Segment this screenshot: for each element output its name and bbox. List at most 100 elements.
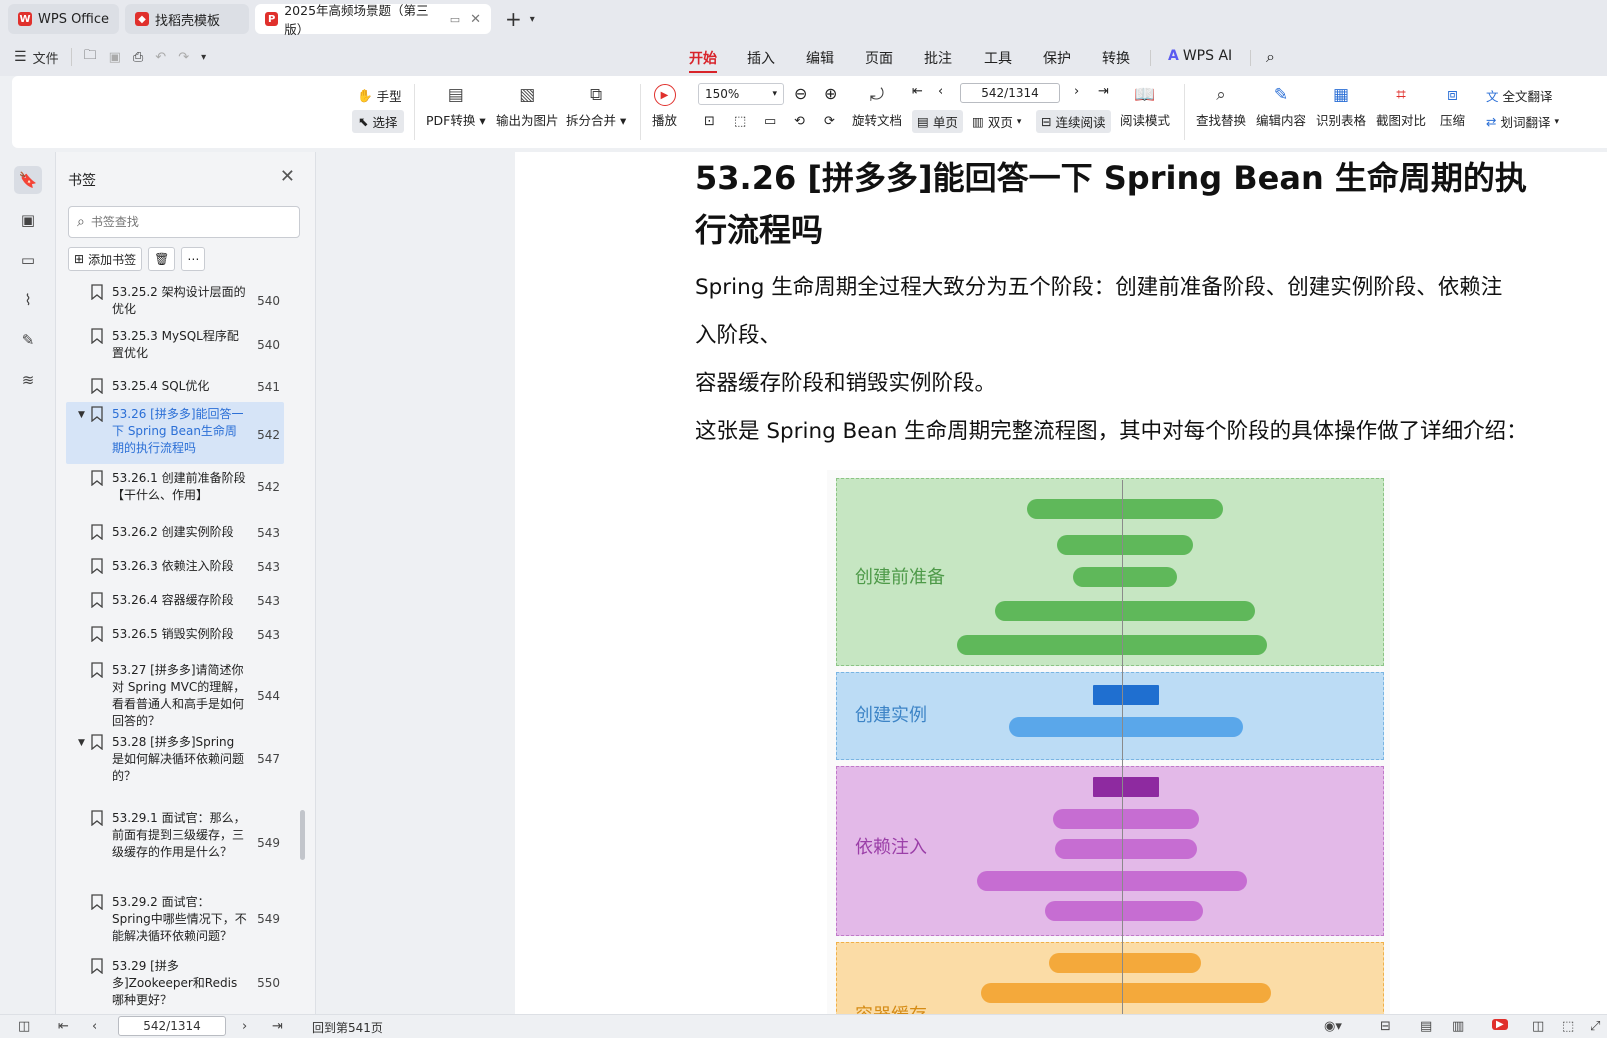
bookmark-item[interactable]: 53.25.4 SQL优化 541 bbox=[66, 374, 284, 396]
bookmark-item[interactable]: 53.26.1 创建前准备阶段【干什么、作用】 542 bbox=[66, 466, 284, 504]
wps-ai-button[interactable]: A WPS AI bbox=[1168, 48, 1232, 64]
zoom-select[interactable]: 150% ▾ bbox=[698, 83, 784, 105]
first-page-icon[interactable]: ⇤ bbox=[912, 84, 923, 99]
menu-convert[interactable]: 转换 bbox=[1102, 48, 1130, 68]
first-page-icon[interactable]: ⇤ bbox=[58, 1019, 69, 1034]
tab-docer[interactable]: ◆ 找稻壳模板 bbox=[125, 4, 250, 34]
toggle-sidebar-icon[interactable]: ◫ bbox=[18, 1019, 30, 1034]
thumbnail-icon[interactable]: ▣ bbox=[14, 206, 42, 234]
more-chevron-icon[interactable]: ▾ bbox=[201, 52, 206, 63]
bookmark-item[interactable]: 53.25.3 MySQL程序配置优化 540 bbox=[66, 324, 284, 362]
bookmark-item[interactable]: 53.26.5 销毁实例阶段 543 bbox=[66, 622, 284, 644]
close-icon[interactable]: ✕ bbox=[280, 166, 295, 187]
menu-annotate[interactable]: 批注 bbox=[924, 48, 952, 68]
menu-protect[interactable]: 保护 bbox=[1043, 48, 1071, 68]
find-replace-button[interactable]: ⌕ 查找替换 bbox=[1196, 84, 1246, 129]
expand-triangle-icon[interactable]: ▼ bbox=[78, 734, 90, 785]
menu-start[interactable]: 开始 bbox=[689, 48, 717, 73]
next-page-icon[interactable]: › bbox=[242, 1019, 247, 1034]
open-folder-icon[interactable]: 🗀 bbox=[84, 46, 97, 68]
bookmark-item[interactable]: ▼ 53.28 [拼多多]Spring 是如何解决循环依赖问题的？ 547 bbox=[66, 730, 284, 785]
word-translate-button[interactable]: ⇄ 划词翻译 ▾ bbox=[1486, 112, 1559, 131]
more-options-button[interactable]: ⋯ bbox=[181, 247, 206, 271]
edit-content-button[interactable]: ✎ 编辑内容 bbox=[1256, 84, 1306, 129]
menu-insert[interactable]: 插入 bbox=[747, 48, 775, 68]
redo-icon[interactable]: ↷ bbox=[178, 50, 189, 65]
pdf-convert-button[interactable]: ▤ PDF转换 ▾ bbox=[426, 84, 486, 129]
last-page-icon[interactable]: ⇥ bbox=[1098, 84, 1109, 99]
zoom-out-icon[interactable]: ⊖ bbox=[794, 84, 807, 103]
bookmark-item[interactable]: 53.27 [拼多多]请简述你对 Spring MVC的理解，看看普通人和高手是… bbox=[66, 658, 284, 730]
prev-page-icon[interactable]: ‹ bbox=[938, 84, 943, 99]
close-tab-icon[interactable]: ✕ bbox=[470, 12, 481, 27]
continuous-view-icon[interactable]: ⊟ bbox=[1380, 1019, 1391, 1034]
file-menu[interactable]: 文件 bbox=[33, 48, 59, 67]
scrollbar-thumb[interactable] bbox=[300, 810, 305, 860]
bookmark-item[interactable]: 53.26.2 创建实例阶段 543 bbox=[66, 520, 284, 542]
rotate-doc-button[interactable]: ⤾ 旋转文档 bbox=[852, 84, 902, 129]
chevron-down-icon[interactable]: ▾ bbox=[530, 14, 535, 25]
comment-icon[interactable]: ▭ bbox=[14, 246, 42, 274]
menu-page[interactable]: 页面 bbox=[865, 48, 893, 68]
double-view-icon[interactable]: ▥ bbox=[1452, 1019, 1464, 1034]
new-tab-icon[interactable]: + bbox=[505, 7, 522, 31]
save-icon[interactable]: ▣ bbox=[109, 50, 121, 65]
hand-tool-button[interactable]: ✋ 手型 bbox=[357, 86, 402, 105]
bookmark-item[interactable]: ▼ 53.26 [拼多多]能回答一下 Spring Bean生命周期的执行流程吗 5… bbox=[66, 402, 284, 464]
compress-button[interactable]: ⧈ 压缩 bbox=[1440, 84, 1465, 129]
bookmark-item[interactable]: 53.29.2 面试官：Spring中哪些情况下，不能解决循环依赖问题？ 549 bbox=[66, 890, 284, 945]
menu-tools[interactable]: 工具 bbox=[984, 48, 1012, 68]
tab-wps-office[interactable]: W WPS Office bbox=[8, 4, 120, 34]
bookmark-search-input[interactable] bbox=[90, 215, 271, 229]
add-bookmark-button[interactable]: ⊞ 添加书签 bbox=[68, 247, 143, 271]
zoom-in-icon[interactable]: ⊕ bbox=[824, 84, 837, 103]
back-to-page-link[interactable]: 回到第541页 bbox=[312, 1019, 383, 1036]
read-mode-button[interactable]: 📖 阅读模式 bbox=[1120, 84, 1170, 129]
bookmark-item[interactable]: 53.25.2 架构设计层面的优化 540 bbox=[66, 280, 284, 318]
eye-icon[interactable]: ◉▾ bbox=[1324, 1019, 1342, 1034]
bookmark-search[interactable]: ⌕ bbox=[68, 206, 300, 238]
double-page-button[interactable]: ▥ 双页 ▾ bbox=[972, 112, 1021, 131]
actual-size-icon[interactable]: ⊡ bbox=[704, 114, 715, 129]
bookmark-panel-icon[interactable]: 🔖 bbox=[14, 166, 42, 194]
next-page-icon[interactable]: › bbox=[1074, 84, 1079, 99]
signature-icon[interactable]: ✎ bbox=[14, 326, 42, 354]
select-tool-button[interactable]: ⬉ 选择 bbox=[352, 110, 404, 133]
full-translate-button[interactable]: 文全文翻译 bbox=[1486, 86, 1553, 105]
fullscreen-icon[interactable]: ⤢ bbox=[1590, 1019, 1600, 1034]
fit-width-icon[interactable]: ▭ bbox=[764, 114, 776, 129]
bookmark-item[interactable]: 53.29.1 面试官：那么，前面有提到三级缓存，三级缓存的作用是什么？ 549 bbox=[66, 806, 284, 876]
fit-page-icon[interactable]: ⬚ bbox=[734, 114, 746, 129]
rotate-left-icon[interactable]: ⟲ bbox=[794, 114, 805, 129]
prev-page-icon[interactable]: ‹ bbox=[92, 1019, 97, 1034]
monitor-icon[interactable]: ▭ bbox=[450, 13, 460, 26]
recognize-table-button[interactable]: ▦ 识别表格 bbox=[1316, 84, 1366, 129]
status-page-input[interactable]: 542/1314 bbox=[118, 1016, 226, 1036]
book-view-icon[interactable]: ◫ bbox=[1532, 1019, 1544, 1034]
print-icon[interactable]: ⎙ bbox=[133, 50, 143, 65]
bookmark-item[interactable]: 53.29 [拼多多]Zookeeper和Redis哪种更好？ 550 bbox=[66, 954, 284, 1009]
continuous-read-button[interactable]: ⊟ 连续阅读 bbox=[1036, 110, 1111, 133]
play-icon[interactable]: ▶ bbox=[1492, 1019, 1508, 1030]
single-page-button[interactable]: ▤ 单页 bbox=[912, 110, 963, 133]
layers-icon[interactable]: ≋ bbox=[14, 366, 42, 394]
play-button[interactable]: ▶ 播放 bbox=[652, 84, 677, 129]
export-image-button[interactable]: ▧ 输出为图片 bbox=[496, 84, 559, 129]
bookmark-item[interactable]: 53.26.3 依赖注入阶段 543 bbox=[66, 554, 284, 576]
hamburger-icon[interactable]: ☰ bbox=[14, 49, 27, 65]
screenshot-compare-button[interactable]: ⌗ 截图对比 bbox=[1376, 84, 1426, 129]
fit-page-icon[interactable]: ⬚ bbox=[1562, 1019, 1574, 1034]
expand-triangle-icon[interactable]: ▼ bbox=[78, 406, 90, 464]
undo-icon[interactable]: ↶ bbox=[155, 50, 166, 65]
rotate-right-icon[interactable]: ⟳ bbox=[824, 114, 835, 129]
tab-pdf-document[interactable]: P 2025年高频场景题（第三版） ▭ ✕ bbox=[255, 3, 492, 37]
last-page-icon[interactable]: ⇥ bbox=[272, 1019, 283, 1034]
delete-bookmark-button[interactable]: 🗑 bbox=[148, 247, 176, 271]
attachment-icon[interactable]: ⌇ bbox=[14, 286, 42, 314]
menu-edit[interactable]: 编辑 bbox=[806, 48, 834, 68]
page-number-input[interactable]: 542/1314 bbox=[960, 83, 1060, 103]
split-merge-button[interactable]: ⧉ 拆分合并 ▾ bbox=[566, 84, 626, 129]
search-icon[interactable]: ⌕ bbox=[1266, 47, 1275, 67]
single-view-icon[interactable]: ▤ bbox=[1420, 1019, 1432, 1034]
bookmark-item[interactable]: 53.26.4 容器缓存阶段 543 bbox=[66, 588, 284, 610]
